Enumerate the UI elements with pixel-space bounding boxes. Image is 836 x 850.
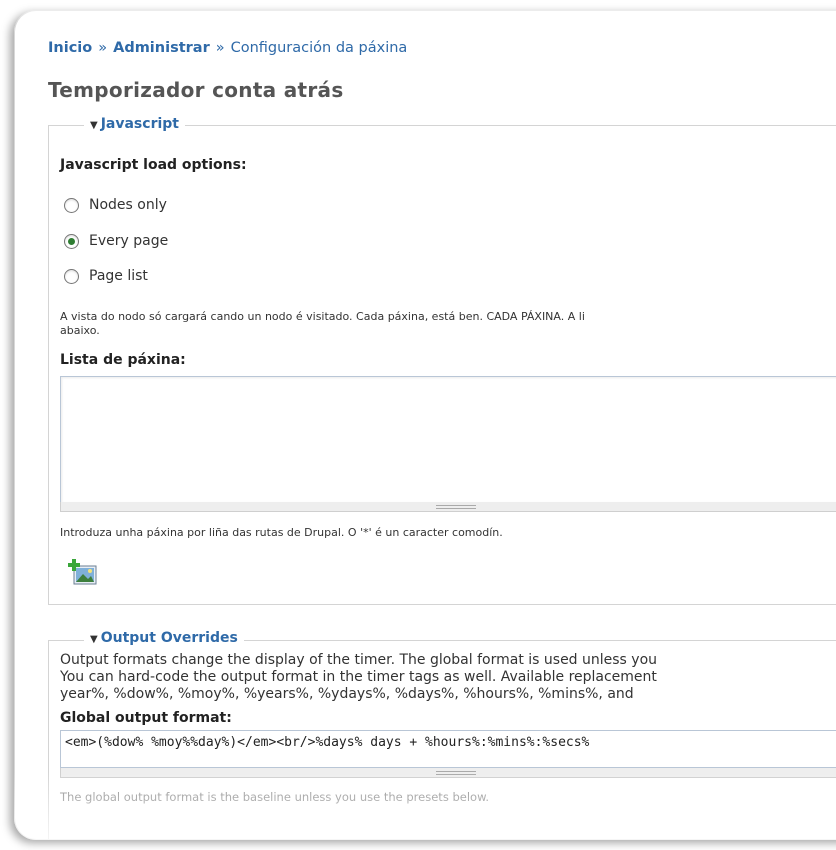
javascript-legend[interactable]: ▼ Javascript <box>84 116 185 132</box>
global-format-label: Global output format: <box>60 710 232 726</box>
textarea-resize-grip[interactable] <box>60 768 836 778</box>
radio-button[interactable] <box>64 268 79 284</box>
radio-label: Every page <box>89 233 169 249</box>
radio-button[interactable] <box>64 197 79 213</box>
help-line: abaixo. <box>60 324 100 337</box>
radio-button-checked[interactable] <box>64 233 79 249</box>
page-list-label: Lista de páxina: <box>60 352 186 368</box>
desc-line: You can hard-code the output format in t… <box>60 669 657 685</box>
grip-handle <box>436 771 476 775</box>
load-options-label: Javascript load options: <box>60 157 247 173</box>
desc-line: year%, %dow%, %moy%, %years%, %ydays%, %… <box>60 686 634 702</box>
breadcrumb-separator: » <box>98 40 108 56</box>
textarea-resize-grip[interactable] <box>60 502 836 512</box>
breadcrumb-config-link[interactable]: Configuración da páxina <box>231 40 408 56</box>
javascript-legend-label: Javascript <box>100 116 179 132</box>
radio-label: Page list <box>89 268 148 284</box>
radio-nodes-only[interactable]: Nodes only <box>64 195 167 215</box>
page-list-textarea[interactable] <box>60 376 836 503</box>
help-line: A vista do nodo só cargará cando un nodo… <box>60 310 585 323</box>
radio-every-page[interactable]: Every page <box>64 231 168 251</box>
output-overrides-description: Output formats change the display of the… <box>60 652 657 703</box>
top-fade <box>14 10 836 22</box>
breadcrumb-admin-link[interactable]: Administrar <box>113 40 210 56</box>
output-overrides-legend[interactable]: ▼ Output Overrides <box>84 630 244 646</box>
breadcrumb-home-link[interactable]: Inicio <box>48 40 92 56</box>
screenshot-frame: Inicio » Administrar » Configuración da páxi… <box>14 10 836 840</box>
load-options-help: A vista do nodo só cargará cando un nodo… <box>60 310 585 338</box>
collapse-triangle-icon: ▼ <box>90 120 98 131</box>
grip-handle <box>436 505 476 509</box>
desc-line: Output formats change the display of the… <box>60 652 658 668</box>
page-list-help: Introduza unha páxina por liña das rutas… <box>60 526 503 539</box>
global-format-help: The global output format is the baseline… <box>60 790 490 804</box>
radio-label: Nodes only <box>89 197 167 213</box>
breadcrumb: Inicio » Administrar » Configuración da páxi… <box>48 40 407 56</box>
add-image-icon[interactable] <box>64 556 98 588</box>
radio-page-list[interactable]: Page list <box>64 266 148 286</box>
collapse-triangle-icon: ▼ <box>90 634 98 645</box>
page-title: Temporizador conta atrás <box>48 78 344 102</box>
output-overrides-legend-label: Output Overrides <box>100 630 238 646</box>
breadcrumb-separator: » <box>215 40 225 56</box>
global-format-input[interactable]: <em>(%dow% %moy%%day%)</em><br/>%days% d… <box>60 730 836 768</box>
